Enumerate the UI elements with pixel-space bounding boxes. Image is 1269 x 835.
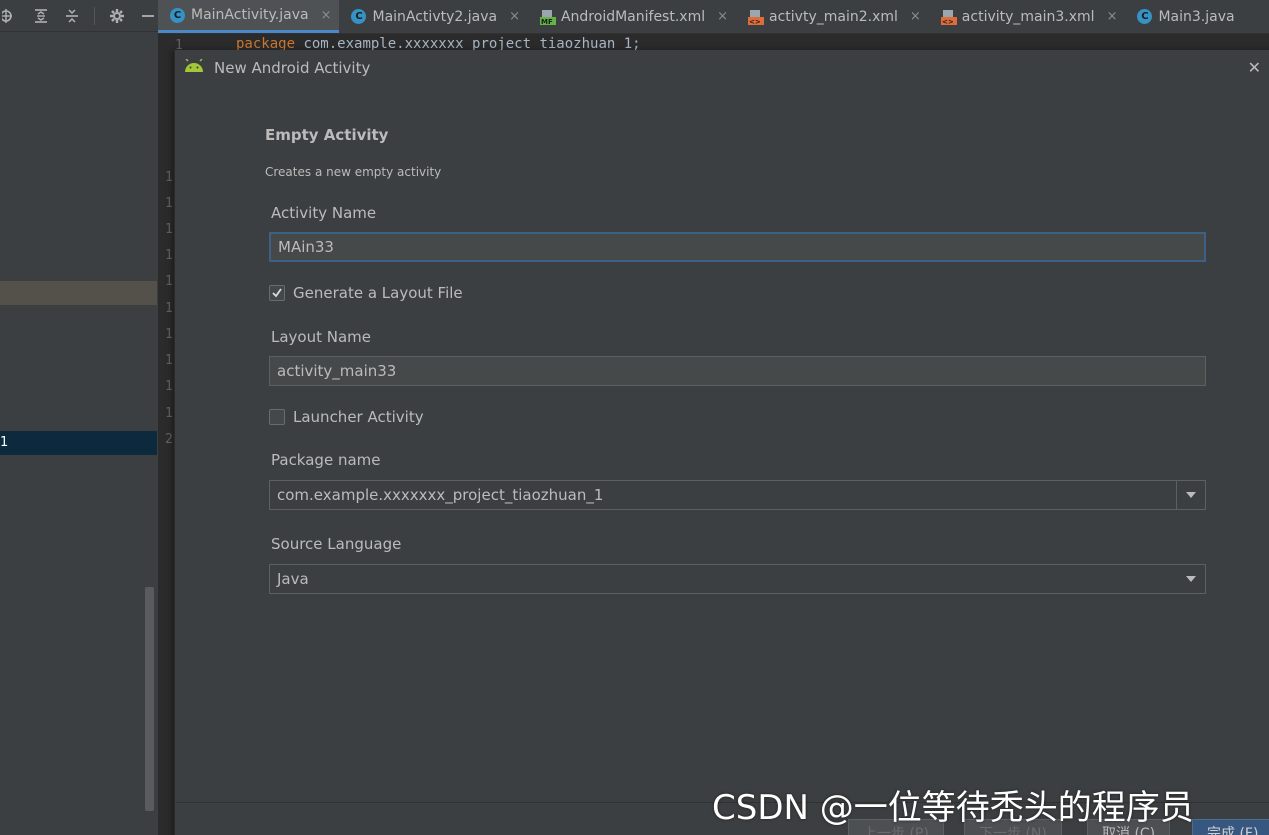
activity-name-label: Activity Name xyxy=(271,204,377,222)
source-language-value: Java xyxy=(277,570,309,588)
svg-text:<>: <> xyxy=(749,18,761,25)
java-class-icon: C xyxy=(170,7,185,23)
ide-window: 1 C MainActivity.java × C MainActivty2.j… xyxy=(0,0,1269,835)
package-name-combo[interactable]: com.example.xxxxxxx_project_tiaozhuan_1 xyxy=(269,480,1206,510)
watermark: CSDN @一位等待秃头的程序员 xyxy=(712,788,1194,828)
generate-layout-row[interactable]: Generate a Layout File xyxy=(269,284,463,302)
android-icon xyxy=(183,58,205,77)
close-icon[interactable]: × xyxy=(1107,9,1118,24)
svg-text:MF: MF xyxy=(541,18,553,25)
package-name-label: Package name xyxy=(271,451,381,469)
layout-name-label: Layout Name xyxy=(271,328,372,346)
line-number: 1 xyxy=(165,379,173,394)
line-number: 1 xyxy=(165,274,173,289)
line-number: 1 xyxy=(165,406,173,421)
finish-button[interactable]: 完成 (F) xyxy=(1192,819,1269,835)
dialog-titlebar: New Android Activity xyxy=(175,50,1269,86)
tree-row-selected[interactable]: 1 xyxy=(0,431,157,455)
tab-mainactivty2-java[interactable]: C MainActivty2.java × xyxy=(339,0,527,33)
collapse-all-icon[interactable] xyxy=(61,5,82,27)
generate-layout-checkbox[interactable] xyxy=(269,285,285,301)
close-icon[interactable]: × xyxy=(509,9,520,24)
line-number: 1 xyxy=(165,222,173,237)
generate-layout-label: Generate a Layout File xyxy=(293,284,463,302)
close-icon[interactable]: × xyxy=(321,8,332,23)
tab-label: activity_main3.xml xyxy=(961,8,1095,25)
tab-label: AndroidManifest.xml xyxy=(560,8,706,25)
tab-activity-main3-xml[interactable]: <> activity_main3.xml × xyxy=(929,0,1126,33)
activity-name-input[interactable] xyxy=(269,232,1206,262)
dialog-title: New Android Activity xyxy=(214,59,371,77)
editor-tabbar: C MainActivity.java × C MainActivty2.jav… xyxy=(158,0,1269,34)
line-number: 1 xyxy=(165,248,173,263)
chevron-down-icon[interactable] xyxy=(1177,565,1205,593)
tree-row-highlight[interactable] xyxy=(0,281,157,305)
tab-mainactivity-java[interactable]: C MainActivity.java × xyxy=(158,0,340,33)
close-icon[interactable]: ✕ xyxy=(1248,58,1261,77)
hide-panel-icon[interactable] xyxy=(137,5,158,27)
tab-label: MainActivity.java xyxy=(191,7,309,23)
locate-icon[interactable] xyxy=(0,5,21,27)
template-heading: Empty Activity xyxy=(265,126,389,144)
expand-all-icon[interactable] xyxy=(31,5,52,27)
close-icon[interactable]: × xyxy=(717,9,728,24)
line-number: 1 xyxy=(165,301,173,316)
layout-xml-icon: <> xyxy=(940,9,957,26)
layout-name-input[interactable] xyxy=(269,356,1206,386)
template-description: Creates a new empty activity xyxy=(265,165,442,179)
tab-activty-main2-xml[interactable]: <> activty_main2.xml × xyxy=(736,0,929,33)
tab-main3-java[interactable]: C Main3.java xyxy=(1125,0,1242,33)
tree-row-label: 1 xyxy=(0,435,9,450)
launcher-activity-row[interactable]: Launcher Activity xyxy=(269,408,424,426)
close-icon[interactable]: × xyxy=(910,9,921,24)
line-number: 1 xyxy=(165,353,173,368)
launcher-activity-label: Launcher Activity xyxy=(293,408,424,426)
line-number: 1 xyxy=(165,170,173,185)
project-scrollbar[interactable] xyxy=(145,587,154,811)
java-class-icon: C xyxy=(1137,9,1153,24)
project-panel: 1 xyxy=(0,0,158,835)
project-toolbar xyxy=(0,0,158,32)
line-number: 1 xyxy=(165,196,173,211)
manifest-icon: MF xyxy=(539,9,556,26)
tab-label: MainActivty2.java xyxy=(372,8,498,25)
layout-xml-icon: <> xyxy=(748,9,765,26)
tab-androidmanifest-xml[interactable]: MF AndroidManifest.xml × xyxy=(528,0,736,33)
source-language-select[interactable]: Java xyxy=(269,564,1206,594)
tab-label: activty_main2.xml xyxy=(769,8,898,25)
toolbar-separator xyxy=(93,6,95,25)
new-activity-dialog: New Android Activity ✕ Empty Activity Cr… xyxy=(174,50,1269,835)
line-number: 2 xyxy=(165,432,173,447)
chevron-down-icon[interactable] xyxy=(1176,481,1205,509)
line-number: 1 xyxy=(165,327,173,342)
java-class-icon: C xyxy=(351,9,367,24)
tab-label: Main3.java xyxy=(1158,8,1235,25)
package-name-value: com.example.xxxxxxx_project_tiaozhuan_1 xyxy=(277,486,604,504)
gear-icon[interactable] xyxy=(107,5,128,27)
source-language-label: Source Language xyxy=(271,535,402,553)
svg-text:<>: <> xyxy=(942,18,954,25)
launcher-activity-checkbox[interactable] xyxy=(269,409,285,425)
